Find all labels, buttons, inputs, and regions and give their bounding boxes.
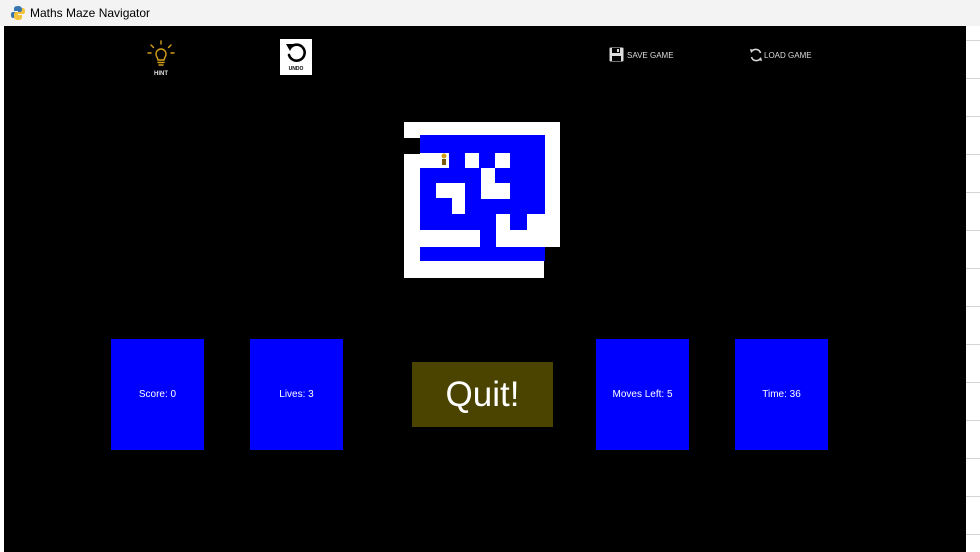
game-canvas [4, 26, 966, 552]
save-game-label: SAVE GAME [627, 51, 674, 60]
time-box: Time: 36 [735, 339, 828, 450]
window-title: Maths Maze Navigator [30, 6, 151, 20]
lightbulb-icon [147, 40, 175, 66]
moves-left-text: Moves Left: 5 [612, 389, 673, 400]
quit-button[interactable]: Quit! [412, 362, 553, 427]
refresh-icon [750, 48, 762, 62]
maze-open-entrance [404, 138, 420, 154]
lives-text: Lives: 3 [279, 389, 314, 400]
lives-box: Lives: 3 [250, 339, 343, 450]
load-game-label: LOAD GAME [764, 51, 812, 60]
score-box: Score: 0 [111, 339, 204, 450]
undo-label: UNDO [288, 66, 304, 72]
python-logo-icon [11, 6, 25, 20]
load-game-button[interactable]: LOAD GAME [749, 47, 829, 65]
maze-board[interactable] [404, 122, 560, 278]
floppy-disk-icon [609, 47, 624, 62]
hint-button[interactable]: HINT [145, 40, 177, 85]
save-game-button[interactable]: SAVE GAME [609, 47, 689, 65]
player-icon [441, 153, 447, 165]
score-text: Score: 0 [138, 389, 177, 400]
maze-open-corner [544, 247, 560, 278]
moves-left-box: Moves Left: 5 [596, 339, 689, 450]
background-window-edge [966, 26, 980, 552]
hint-label: HINT [154, 71, 168, 77]
time-text: Time: 36 [762, 389, 801, 400]
window-titlebar: Maths Maze Navigator [0, 0, 980, 26]
undo-button[interactable]: UNDO [280, 39, 312, 75]
undo-icon [286, 43, 306, 62]
